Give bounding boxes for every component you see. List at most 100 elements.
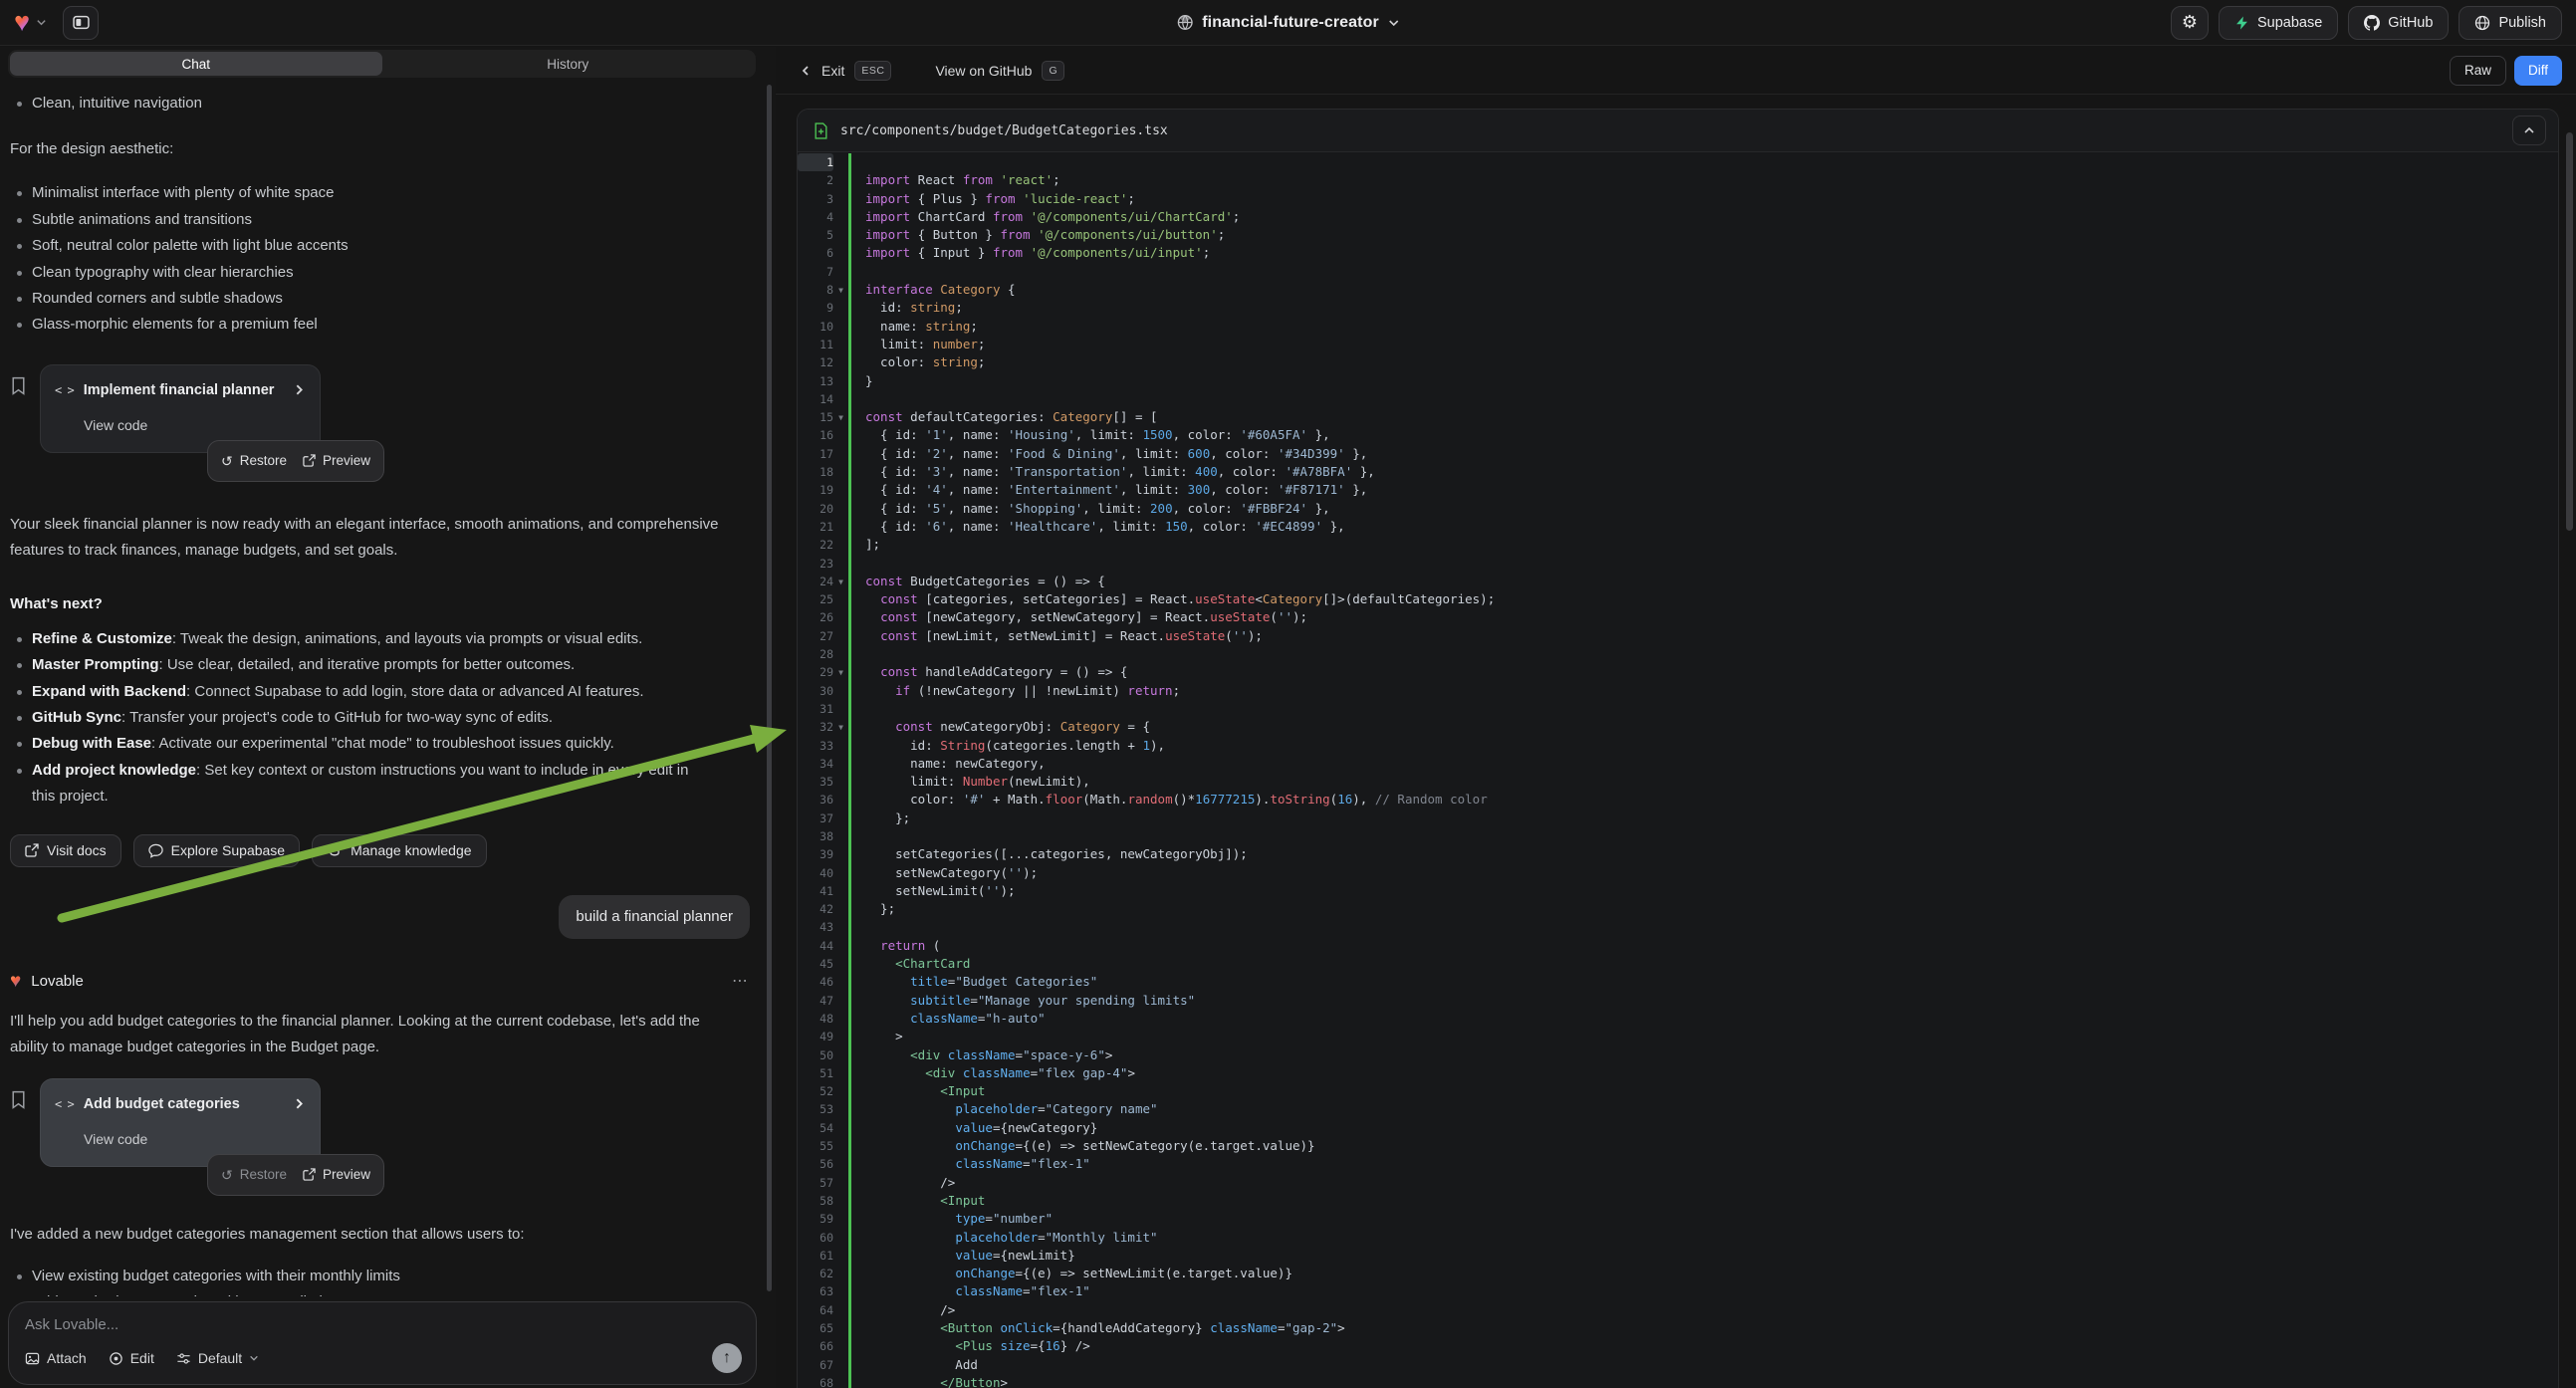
message-overflow-menu[interactable]: ⋯ (732, 969, 750, 995)
tab-chat[interactable]: Chat (10, 52, 382, 76)
code-text (848, 153, 2558, 171)
publish-button[interactable]: Publish (2459, 6, 2562, 40)
bookmark-icon[interactable] (10, 364, 27, 482)
line-number: 23 (798, 555, 833, 573)
code-line: 44 return ( (798, 937, 2558, 955)
fold-spacer (833, 608, 848, 626)
view-on-github-button[interactable]: View on GitHub G (935, 61, 1064, 81)
chat-scrollbar[interactable] (767, 85, 772, 1291)
collapse-file-button[interactable] (2512, 116, 2546, 145)
fold-spacer (833, 810, 848, 827)
line-number: 9 (798, 299, 833, 317)
code-line: 15▼const defaultCategories: Category[] =… (798, 408, 2558, 426)
code-text: name: string; (848, 318, 2558, 336)
model-mode-selector[interactable]: Default (176, 1350, 259, 1366)
fold-spacer (833, 882, 848, 900)
diff-toggle-button[interactable]: Diff (2514, 56, 2562, 86)
top-bar: ♥ financial-future-creator ⚙ Supabase Gi… (0, 0, 2576, 46)
code-text: type="number" (848, 1210, 2558, 1228)
restore-button[interactable]: ↺Restore (221, 1162, 287, 1188)
lovable-logo-icon[interactable]: ♥ (14, 9, 30, 36)
graduation-cap-icon (327, 843, 343, 858)
code-line: 55 onChange={(e) => setNewCategory(e.tar… (798, 1137, 2558, 1155)
view-code-link[interactable]: View code (84, 1126, 306, 1152)
next-step-item: Expand with Backend: Connect Supabase to… (10, 679, 710, 705)
code-text (848, 390, 2558, 408)
view-code-link[interactable]: View code (84, 412, 306, 438)
design-bullet-list: Minimalist interface with plenty of whit… (10, 180, 750, 338)
code-line: 8▼interface Category { (798, 281, 2558, 299)
fold-spacer (833, 299, 848, 317)
chat-input[interactable]: Ask Lovable... (25, 1316, 740, 1333)
file-path: src/components/budget/BudgetCategories.t… (840, 123, 1168, 138)
fold-spacer (833, 1028, 848, 1045)
code-text: const newCategoryObj: Category = { (848, 718, 2558, 736)
logo-menu-chevron-icon[interactable] (36, 17, 47, 28)
bullet-item: View existing budget categories with the… (10, 1264, 750, 1289)
restore-button[interactable]: ↺Restore (221, 448, 287, 474)
fold-spacer (833, 700, 848, 718)
code-scrollbar[interactable] (2566, 132, 2573, 531)
line-number: 2 (798, 171, 833, 189)
code-line: 22]; (798, 536, 2558, 554)
fold-chevron-icon[interactable]: ▼ (833, 281, 848, 299)
toggle-sidebar-button[interactable] (63, 6, 99, 40)
project-title[interactable]: financial-future-creator (1202, 14, 1379, 32)
explore-supabase-button[interactable]: Explore Supabase (133, 834, 300, 867)
code-viewer-header: Exit ESC View on GitHub G Raw Diff (776, 47, 2576, 95)
code-line: 56 className="flex-1" (798, 1155, 2558, 1173)
code-text: if (!newCategory || !newLimit) return; (848, 682, 2558, 700)
fold-chevron-icon[interactable]: ▼ (833, 408, 848, 426)
exit-button[interactable]: Exit ESC (800, 61, 891, 81)
code-text: }; (848, 900, 2558, 918)
chat-composer[interactable]: Ask Lovable... Attach Edit Default ↑ (8, 1301, 757, 1385)
code-line: 63 className="flex-1" (798, 1282, 2558, 1300)
preview-button[interactable]: Preview (303, 448, 370, 474)
edit-mode-button[interactable]: Edit (109, 1350, 154, 1366)
line-number: 40 (798, 864, 833, 882)
fold-chevron-icon[interactable]: ▼ (833, 663, 848, 681)
code-line: 17 { id: '2', name: 'Food & Dining', lim… (798, 445, 2558, 463)
visit-docs-button[interactable]: Visit docs (10, 834, 121, 867)
fold-spacer (833, 318, 848, 336)
line-number: 67 (798, 1356, 833, 1374)
version-card-title: Implement financial planner (84, 377, 275, 403)
code-text: placeholder="Category name" (848, 1100, 2558, 1118)
code-text: }; (848, 810, 2558, 827)
code-line: 23 (798, 555, 2558, 573)
line-number: 66 (798, 1337, 833, 1355)
line-number: 38 (798, 827, 833, 845)
line-number: 14 (798, 390, 833, 408)
fold-spacer (833, 755, 848, 773)
fold-chevron-icon[interactable]: ▼ (833, 573, 848, 590)
send-button[interactable]: ↑ (712, 1343, 742, 1373)
github-button[interactable]: GitHub (2348, 6, 2449, 40)
fold-spacer (833, 918, 848, 936)
project-menu-chevron-icon[interactable] (1388, 17, 1400, 29)
restore-icon: ↺ (221, 448, 233, 474)
code-line: 29▼ const handleAddCategory = () => { (798, 663, 2558, 681)
code-text (848, 918, 2558, 936)
file-header[interactable]: src/components/budget/BudgetCategories.t… (798, 110, 2558, 152)
fold-spacer (833, 900, 848, 918)
line-number: 34 (798, 755, 833, 773)
manage-knowledge-button[interactable]: Manage knowledge (312, 834, 486, 867)
fold-spacer (833, 1356, 848, 1374)
code-text: setNewCategory(''); (848, 864, 2558, 882)
code-line: 7 (798, 263, 2558, 281)
fold-chevron-icon[interactable]: ▼ (833, 718, 848, 736)
raw-toggle-button[interactable]: Raw (2450, 56, 2506, 86)
code-line: 6import { Input } from '@/components/ui/… (798, 244, 2558, 262)
code-line: 60 placeholder="Monthly limit" (798, 1229, 2558, 1247)
preview-button[interactable]: Preview (303, 1162, 370, 1188)
tab-history[interactable]: History (382, 52, 755, 76)
supabase-button[interactable]: Supabase (2219, 6, 2338, 40)
settings-button[interactable]: ⚙ (2171, 6, 2209, 40)
bookmark-icon[interactable] (10, 1078, 27, 1196)
attach-button[interactable]: Attach (25, 1350, 87, 1366)
github-shortcut-badge: G (1042, 61, 1064, 81)
code-line: 48 className="h-auto" (798, 1010, 2558, 1028)
line-number: 28 (798, 645, 833, 663)
fold-spacer (833, 1210, 848, 1228)
code-text: <Plus size={16} /> (848, 1337, 2558, 1355)
